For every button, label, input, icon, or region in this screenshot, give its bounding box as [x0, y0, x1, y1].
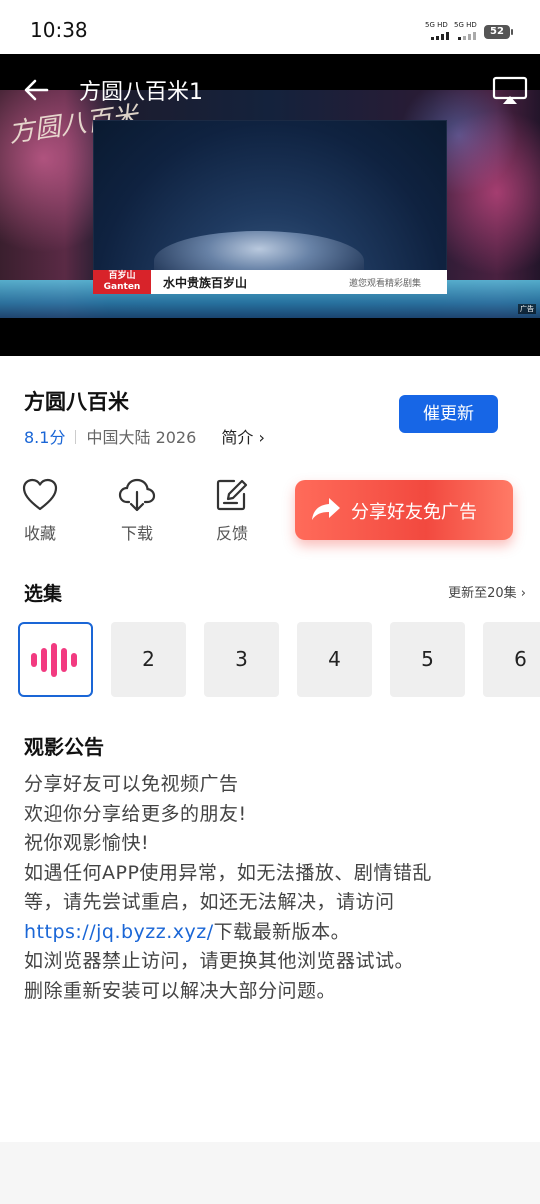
status-time: 10:38: [30, 18, 88, 42]
notice-line: 删除重新安装可以解决大部分问题。: [24, 979, 337, 1002]
episodes-title: 选集: [24, 583, 63, 605]
network-label-2: 5G HD: [454, 21, 477, 29]
divider: [75, 430, 77, 444]
video-player[interactable]: 方圆八百米 百岁山 Ganten 水中贵族百岁山 邀您观看精彩剧集 广告 方圆八…: [0, 54, 540, 356]
favorite-button[interactable]: 收藏: [10, 478, 70, 544]
playing-equalizer-icon: [28, 641, 86, 679]
notice-line: 分享好友可以免视频广告: [24, 773, 239, 795]
back-arrow-icon[interactable]: [20, 74, 52, 106]
episode-1-playing[interactable]: [18, 622, 93, 697]
feedback-button[interactable]: 反馈: [202, 478, 262, 544]
episode-5[interactable]: 5: [390, 622, 465, 697]
download-label: 下载: [120, 524, 153, 543]
show-meta: 8.1分 中国大陆 2026 简介 ›: [24, 424, 265, 448]
episode-6[interactable]: 6: [483, 622, 540, 697]
ad-banner-subtitle: 邀您观看精彩剧集: [349, 279, 422, 289]
ad-banner-title: 水中贵族百岁山: [163, 276, 248, 290]
urge-update-button[interactable]: 催更新: [399, 395, 498, 433]
intro-link[interactable]: 简介 ›: [221, 428, 265, 447]
favorite-label: 收藏: [23, 524, 56, 543]
cast-screen-icon[interactable]: [492, 76, 528, 106]
player-title: 方圆八百米1: [79, 80, 203, 105]
notice-line: 祝你观影愉快!: [24, 832, 150, 854]
notice-line: 等，请先尝试重启，如还无法解决，请访问: [24, 891, 395, 913]
ad-tag: 广告: [518, 304, 536, 314]
download-button[interactable]: 下载: [107, 478, 167, 544]
show-name: 方圆八百米: [24, 390, 129, 414]
notice-line: 如浏览器禁止访问，请更换其他浏览器试试。: [24, 950, 415, 972]
show-year: 2026: [155, 428, 197, 447]
ad-banner[interactable]: 百岁山 Ganten 水中贵族百岁山 邀您观看精彩剧集: [93, 270, 447, 294]
share-arrow-icon: [312, 498, 340, 520]
download-link[interactable]: https://jq.byzz.xyz/: [24, 921, 214, 943]
feedback-label: 反馈: [215, 524, 248, 543]
bottom-area: [0, 1142, 540, 1204]
episode-3[interactable]: 3: [204, 622, 279, 697]
show-score: 8.1分: [24, 428, 66, 447]
share-for-ad-free-button[interactable]: 分享好友免广告: [295, 480, 513, 540]
notice-title: 观影公告: [24, 735, 104, 759]
cloud-download-icon: [118, 478, 156, 512]
update-status-link[interactable]: 更新至20集 ›: [448, 582, 526, 601]
signal-icon: [431, 32, 451, 40]
signal-icon-2: [458, 32, 478, 40]
battery-icon: 52: [484, 25, 513, 39]
episode-4[interactable]: 4: [297, 622, 372, 697]
share-button-label: 分享好友免广告: [351, 502, 477, 523]
ad-video-frame: [93, 120, 447, 291]
edit-feedback-icon: [216, 479, 248, 511]
show-region: 中国大陆: [86, 428, 151, 447]
episode-2[interactable]: 2: [111, 622, 186, 697]
notice-body: 分享好友可以免视频广告 欢迎你分享给更多的朋友! 祝你观影愉快! 如遇任何APP…: [24, 770, 524, 1006]
network-label-1: 5G HD: [425, 21, 448, 29]
status-bar: 10:38 5G HD 5G HD 52: [0, 0, 540, 54]
notice-line: 如遇任何APP使用异常，如无法播放、剧情错乱: [24, 861, 432, 884]
notice-line: 欢迎你分享给更多的朋友!: [24, 802, 247, 825]
heart-icon: [22, 478, 58, 511]
brand-logo: 百岁山 Ganten: [93, 270, 151, 294]
notice-line: https://jq.byzz.xyz/下载最新版本。: [24, 920, 351, 943]
